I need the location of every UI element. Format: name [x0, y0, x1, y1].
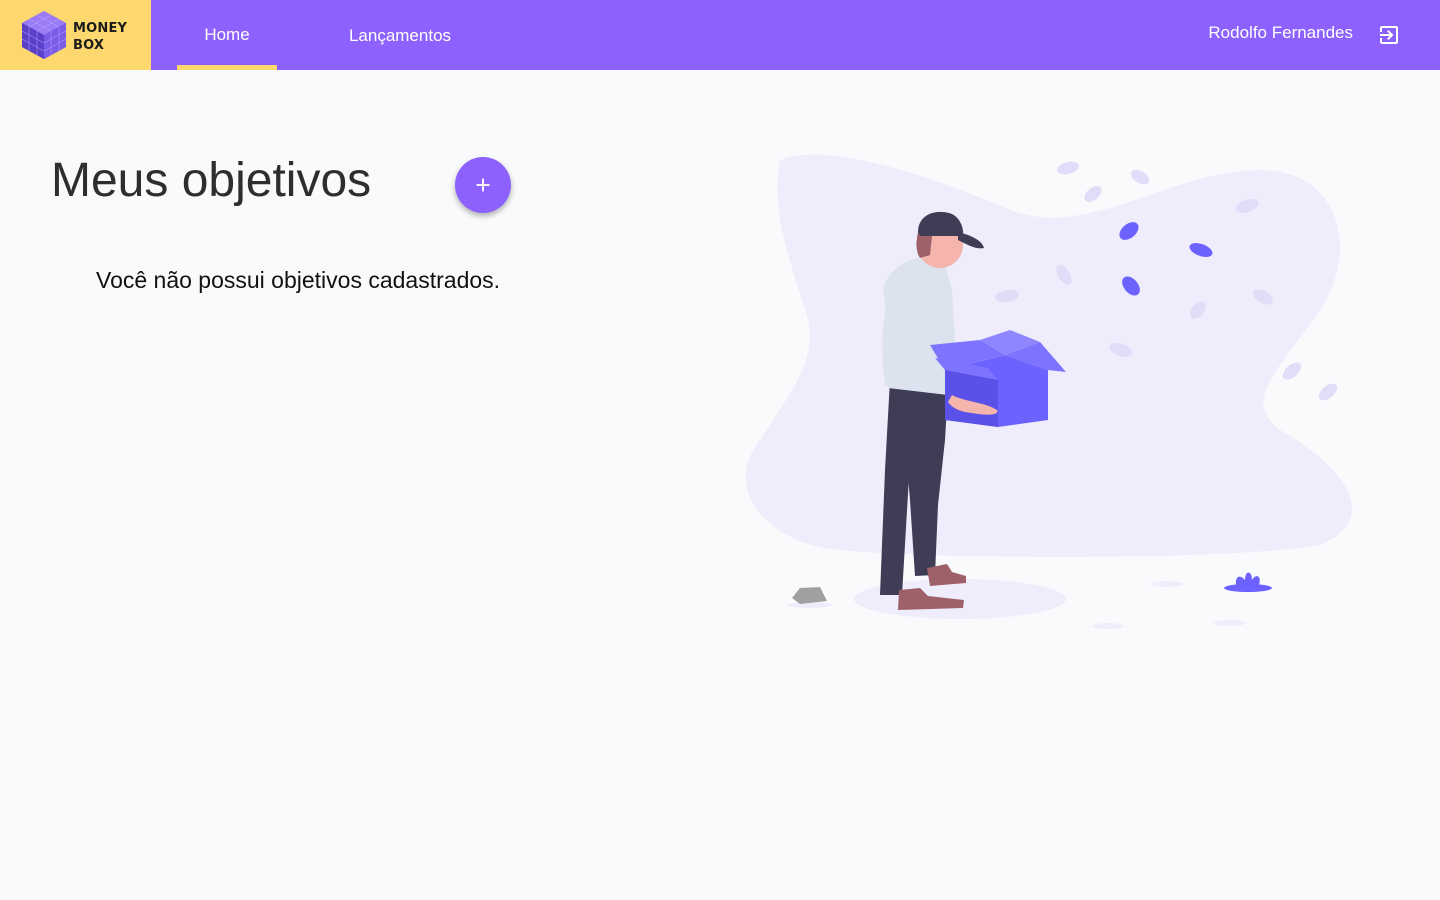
plus-icon	[476, 178, 490, 192]
brand-line-2: BOX	[73, 38, 105, 53]
page-title: Meus objetivos	[51, 154, 372, 207]
nav-tab-home[interactable]: Home	[177, 0, 277, 70]
brand-line-1: MONEY	[73, 21, 128, 36]
active-tab-indicator	[177, 65, 277, 70]
empty-state-message: Você não possui objetivos cadastrados.	[96, 267, 501, 293]
logout-button[interactable]	[1377, 23, 1401, 47]
brand-logo[interactable]: MONEY BOX	[0, 0, 151, 70]
top-navbar: MONEY BOX Home Lançamentos Rodolfo Ferna…	[0, 0, 1440, 70]
logout-icon	[1380, 26, 1398, 44]
user-name: Rodolfo Fernandes	[1208, 23, 1353, 42]
add-objective-button[interactable]	[455, 157, 511, 213]
nav-tab-lancamentos[interactable]: Lançamentos	[325, 0, 475, 70]
empty-box-illustration	[745, 154, 1353, 629]
nav-tab-home-label: Home	[204, 25, 250, 44]
nav-tab-lancamentos-label: Lançamentos	[348, 26, 452, 45]
cube-logo-icon	[21, 11, 67, 59]
brand-name: MONEY BOX	[73, 20, 127, 54]
